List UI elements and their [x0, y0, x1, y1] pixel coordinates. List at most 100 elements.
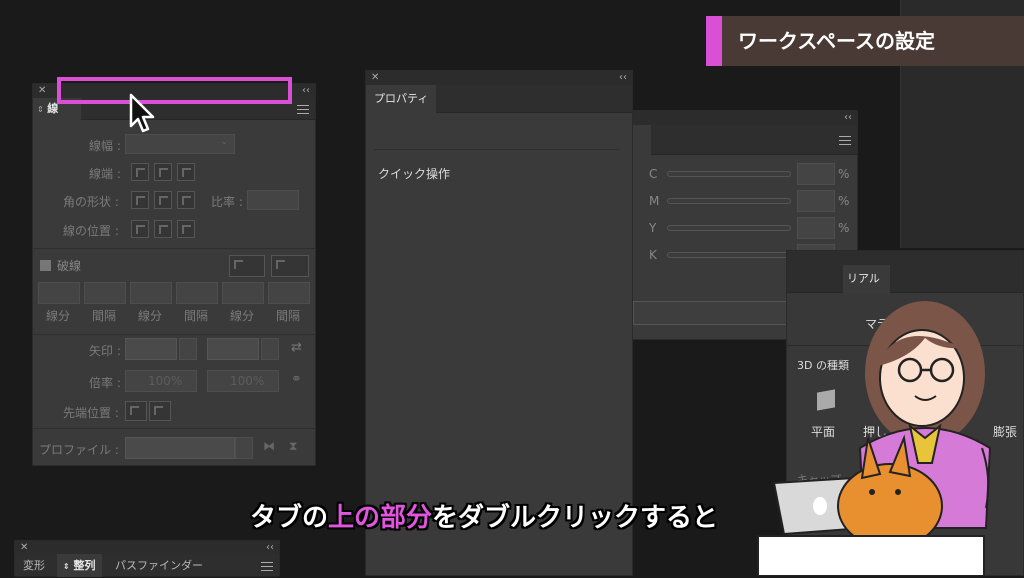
gap-label: 間隔 [184, 309, 209, 323]
gap-label: 間隔 [92, 309, 117, 323]
gap-label: 間隔 [276, 309, 301, 323]
panel-title-bar[interactable]: ✕ ‹‹ [366, 71, 632, 85]
ratio-label: 比率 : [211, 195, 243, 209]
tab-pathfinder[interactable]: パスファインダー [109, 554, 209, 577]
updown-icon: ⇕ [37, 105, 44, 114]
magenta-slider[interactable] [667, 198, 791, 204]
flip-vertical-icon[interactable]: ⧗ [289, 439, 297, 454]
align-tab-row: 変形 ⇕ 整列 パスファインダー [15, 554, 279, 577]
gap-field-1[interactable] [84, 282, 126, 304]
dashed-checkbox[interactable] [40, 260, 51, 271]
mouse-cursor-icon [129, 93, 155, 133]
magenta-unit: % [838, 194, 850, 208]
color-tab-row [613, 125, 857, 155]
dash-field-1[interactable] [38, 282, 80, 304]
chevron-down-icon: ⌄ [220, 137, 228, 147]
tab-align-label: 整列 [73, 559, 96, 572]
gap-field-3[interactable] [268, 282, 310, 304]
align-inside-icon[interactable] [154, 220, 172, 238]
dash-align-icon[interactable] [271, 255, 309, 277]
properties-tab-row: プロパティ [366, 85, 632, 113]
dash-label: 線分 [230, 309, 255, 323]
end-scale-value: 100% [230, 374, 265, 388]
profile-label: プロファイル : [39, 443, 119, 457]
panel-menu-icon[interactable] [297, 105, 309, 114]
yellow-field[interactable] [797, 217, 835, 239]
butt-cap-icon[interactable] [131, 163, 149, 181]
scale-label: 倍率 : [89, 376, 121, 390]
chevron-down-icon[interactable] [235, 437, 253, 459]
collapse-icon[interactable]: ‹‹ [302, 84, 310, 97]
tip-position-label: 先端位置 : [63, 406, 119, 420]
divider [33, 428, 315, 429]
magenta-label: M [649, 194, 660, 208]
tab-pathfinder-label: パスファインダー [115, 559, 203, 572]
cap-label: 線端 : [89, 167, 121, 181]
chevron-down-icon[interactable] [179, 338, 197, 360]
arrow-label: 矢印 : [89, 344, 121, 358]
yellow-label: Y [649, 221, 657, 235]
subtitle-emphasis: 上の部分 [328, 503, 433, 533]
round-join-icon[interactable] [154, 191, 172, 209]
align-outside-icon[interactable] [177, 220, 195, 238]
link-icon[interactable]: ⚭ [291, 372, 302, 387]
square-cap-icon[interactable] [177, 163, 195, 181]
cyan-slider[interactable] [667, 171, 791, 177]
chevron-down-icon[interactable] [261, 338, 279, 360]
magenta-field[interactable] [797, 190, 835, 212]
collapse-icon[interactable]: ‹‹ [844, 111, 852, 124]
close-icon[interactable]: ✕ [371, 71, 379, 84]
panel-menu-icon[interactable] [261, 562, 273, 571]
flip-horizontal-icon[interactable]: ⧓ [263, 439, 275, 453]
dash-exact-icon[interactable] [229, 255, 265, 277]
presenter-character-illustration [757, 301, 992, 576]
close-icon[interactable]: ✕ [20, 541, 28, 554]
divider [33, 334, 315, 335]
dash-field-3[interactable] [222, 282, 264, 304]
tip-extend-icon[interactable] [125, 401, 147, 421]
tab-align[interactable]: ⇕ 整列 [57, 554, 102, 577]
banner-accent [706, 16, 722, 66]
corner-label: 角の形状 : [63, 195, 119, 209]
ratio-field[interactable] [247, 190, 299, 210]
panel-title-bar[interactable]: ‹‹ [613, 111, 857, 125]
gap-field-2[interactable] [176, 282, 218, 304]
tab-properties-label: プロパティ [374, 92, 429, 105]
quick-actions-label: クイック操作 [378, 167, 451, 181]
swap-arrows-icon[interactable]: ⇄ [291, 340, 302, 355]
profile-select[interactable] [125, 437, 235, 459]
miter-join-icon[interactable] [131, 191, 149, 209]
panel-menu-icon[interactable] [839, 136, 851, 145]
yellow-slider[interactable] [667, 225, 791, 231]
dash-label: 線分 [46, 309, 71, 323]
tab-transform[interactable]: 変形 [17, 554, 51, 577]
stroke-width-field[interactable]: ⌄ [125, 134, 235, 154]
tab-properties[interactable]: プロパティ [366, 85, 437, 113]
panel-title-bar[interactable]: ✕ ‹‹ [15, 541, 279, 554]
subtitle-part: タブの [250, 503, 329, 533]
align-label: 線の位置 : [63, 224, 119, 238]
updown-icon: ⇕ [63, 562, 70, 571]
start-scale-value: 100% [148, 374, 183, 388]
yellow-unit: % [838, 221, 850, 235]
start-scale-field[interactable]: 100% [125, 370, 197, 392]
tip-place-icon[interactable] [149, 401, 171, 421]
dash-label: 線分 [138, 309, 163, 323]
dash-field-2[interactable] [130, 282, 172, 304]
close-icon[interactable]: ✕ [38, 84, 46, 97]
banner-title: ワークスペースの設定 [738, 29, 935, 53]
round-cap-icon[interactable] [154, 163, 172, 181]
align-center-icon[interactable] [131, 220, 149, 238]
title-banner: ワークスペースの設定 [706, 16, 1024, 66]
stroke-width-label: 線幅 : [89, 139, 121, 153]
collapse-icon[interactable]: ‹‹ [266, 541, 274, 554]
tab-transform-label: 変形 [23, 559, 45, 572]
end-scale-field[interactable]: 100% [207, 370, 279, 392]
cyan-field[interactable] [797, 163, 835, 185]
align-panel: ✕ ‹‹ 変形 ⇕ 整列 パスファインダー [14, 540, 280, 577]
start-arrow-select[interactable] [125, 338, 177, 360]
end-arrow-select[interactable] [207, 338, 259, 360]
bevel-join-icon[interactable] [177, 191, 195, 209]
collapse-icon[interactable]: ‹‹ [619, 71, 627, 84]
black-slider[interactable] [667, 252, 791, 258]
